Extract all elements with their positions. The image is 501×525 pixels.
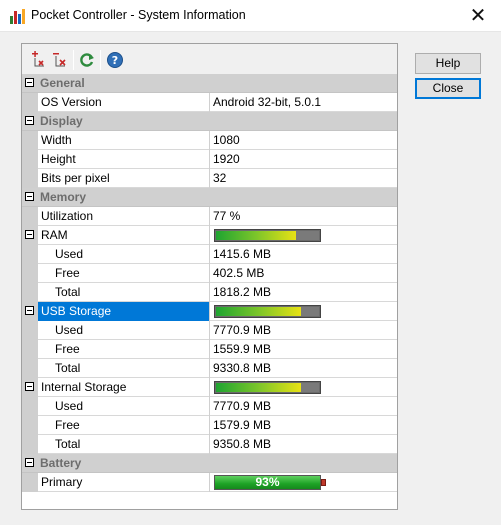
collapse-icon[interactable] bbox=[25, 116, 34, 125]
usb-storage-usage-bar bbox=[214, 305, 321, 318]
property-row[interactable]: Used 7770.9 MB bbox=[22, 397, 397, 416]
category-label: Display bbox=[40, 114, 83, 128]
usage-bar-remaining bbox=[296, 231, 319, 240]
property-row[interactable]: Total 1818.2 MB bbox=[22, 283, 397, 302]
close-button[interactable]: Close bbox=[415, 78, 481, 99]
property-name: Used bbox=[55, 247, 84, 261]
property-value: 77 % bbox=[209, 207, 397, 226]
toolbar: ? bbox=[22, 44, 397, 74]
property-value: 1920 bbox=[209, 150, 397, 169]
category-memory[interactable]: Memory bbox=[22, 188, 397, 207]
collapse-all-icon[interactable] bbox=[51, 51, 69, 69]
collapse-icon[interactable] bbox=[25, 306, 34, 315]
property-grid: General OS Version Android 32-bit, 5.0.1… bbox=[22, 74, 397, 492]
property-row[interactable]: Free 1559.9 MB bbox=[22, 340, 397, 359]
property-value: 32 bbox=[209, 169, 397, 188]
expand-all-icon[interactable] bbox=[30, 51, 48, 69]
help-button[interactable]: Help bbox=[415, 53, 481, 74]
property-row[interactable]: Height 1920 bbox=[22, 150, 397, 169]
battery-tip-icon bbox=[321, 479, 326, 486]
property-value: 1415.6 MB bbox=[209, 245, 397, 264]
property-name: Width bbox=[41, 133, 72, 147]
internal-storage-usage-bar bbox=[214, 381, 321, 394]
property-name: Free bbox=[55, 266, 80, 280]
help-icon[interactable]: ? bbox=[106, 51, 124, 69]
collapse-icon[interactable] bbox=[25, 230, 34, 239]
usage-bar-remaining bbox=[301, 307, 319, 316]
property-row[interactable]: Free 1579.9 MB bbox=[22, 416, 397, 435]
category-label: Battery bbox=[40, 456, 82, 470]
property-value: 7770.9 MB bbox=[209, 397, 397, 416]
property-value: 1559.9 MB bbox=[209, 340, 397, 359]
window-close-button[interactable]: ✕ bbox=[455, 0, 501, 30]
category-display[interactable]: Display bbox=[22, 112, 397, 131]
usage-bar-fill bbox=[216, 231, 296, 240]
svg-text:?: ? bbox=[112, 54, 118, 67]
property-value bbox=[209, 378, 397, 397]
window-title: Pocket Controller - System Information bbox=[31, 8, 246, 22]
property-name: Total bbox=[55, 361, 81, 375]
property-name: Free bbox=[55, 418, 80, 432]
property-value: 1818.2 MB bbox=[209, 283, 397, 302]
property-name: Total bbox=[55, 437, 81, 451]
category-label: Memory bbox=[40, 190, 87, 204]
property-value: 402.5 MB bbox=[209, 264, 397, 283]
property-name: Used bbox=[55, 323, 84, 337]
property-name: Used bbox=[55, 399, 84, 413]
property-name: USB Storage bbox=[38, 302, 209, 321]
category-label: General bbox=[40, 76, 85, 90]
property-name: Primary bbox=[41, 475, 83, 489]
property-row-usb-storage[interactable]: USB Storage bbox=[22, 302, 397, 321]
property-name: Free bbox=[55, 342, 80, 356]
usage-bar-remaining bbox=[301, 383, 319, 392]
property-row[interactable]: Utilization 77 % bbox=[22, 207, 397, 226]
category-battery[interactable]: Battery bbox=[22, 454, 397, 473]
property-value: 1579.9 MB bbox=[209, 416, 397, 435]
property-row-battery-primary[interactable]: Primary 93% bbox=[22, 473, 397, 492]
property-row-ram[interactable]: RAM bbox=[22, 226, 397, 245]
property-name: Internal Storage bbox=[41, 380, 127, 394]
property-value bbox=[209, 302, 397, 321]
collapse-icon[interactable] bbox=[25, 192, 34, 201]
property-name: Height bbox=[41, 152, 76, 166]
property-name: Total bbox=[55, 285, 81, 299]
property-row[interactable]: Bits per pixel 32 bbox=[22, 169, 397, 188]
property-name: Bits per pixel bbox=[41, 171, 110, 185]
property-name: Utilization bbox=[41, 209, 94, 223]
property-row[interactable]: OS Version Android 32-bit, 5.0.1 bbox=[22, 93, 397, 112]
usage-bar-fill bbox=[216, 383, 301, 392]
collapse-icon[interactable] bbox=[25, 78, 34, 87]
property-value: Android 32-bit, 5.0.1 bbox=[209, 93, 397, 112]
property-row[interactable]: Free 402.5 MB bbox=[22, 264, 397, 283]
toolbar-separator bbox=[100, 50, 101, 70]
property-value: 9330.8 MB bbox=[209, 359, 397, 378]
title-bar: Pocket Controller - System Information ✕ bbox=[0, 0, 501, 32]
property-value bbox=[209, 226, 397, 245]
property-value: 93% bbox=[209, 473, 397, 492]
property-name: RAM bbox=[41, 228, 68, 242]
property-row[interactable]: Total 9350.8 MB bbox=[22, 435, 397, 454]
category-general[interactable]: General bbox=[22, 74, 397, 93]
property-row[interactable]: Total 9330.8 MB bbox=[22, 359, 397, 378]
property-name: OS Version bbox=[41, 95, 102, 109]
property-value: 9350.8 MB bbox=[209, 435, 397, 454]
ram-usage-bar bbox=[214, 229, 321, 242]
property-row[interactable]: Used 7770.9 MB bbox=[22, 321, 397, 340]
collapse-icon[interactable] bbox=[25, 382, 34, 391]
toolbar-separator bbox=[73, 50, 74, 70]
battery-level-indicator: 93% bbox=[214, 475, 326, 490]
property-row-internal-storage[interactable]: Internal Storage bbox=[22, 378, 397, 397]
battery-level-text: 93% bbox=[255, 475, 280, 489]
property-value: 7770.9 MB bbox=[209, 321, 397, 340]
property-row[interactable]: Used 1415.6 MB bbox=[22, 245, 397, 264]
app-chart-icon bbox=[9, 8, 25, 24]
property-value: 1080 bbox=[209, 131, 397, 150]
property-row[interactable]: Width 1080 bbox=[22, 131, 397, 150]
usage-bar-fill bbox=[216, 307, 301, 316]
collapse-icon[interactable] bbox=[25, 458, 34, 467]
properties-panel: ? General OS Version Android 32-bit, 5.0… bbox=[21, 43, 398, 510]
refresh-icon[interactable] bbox=[78, 51, 96, 69]
